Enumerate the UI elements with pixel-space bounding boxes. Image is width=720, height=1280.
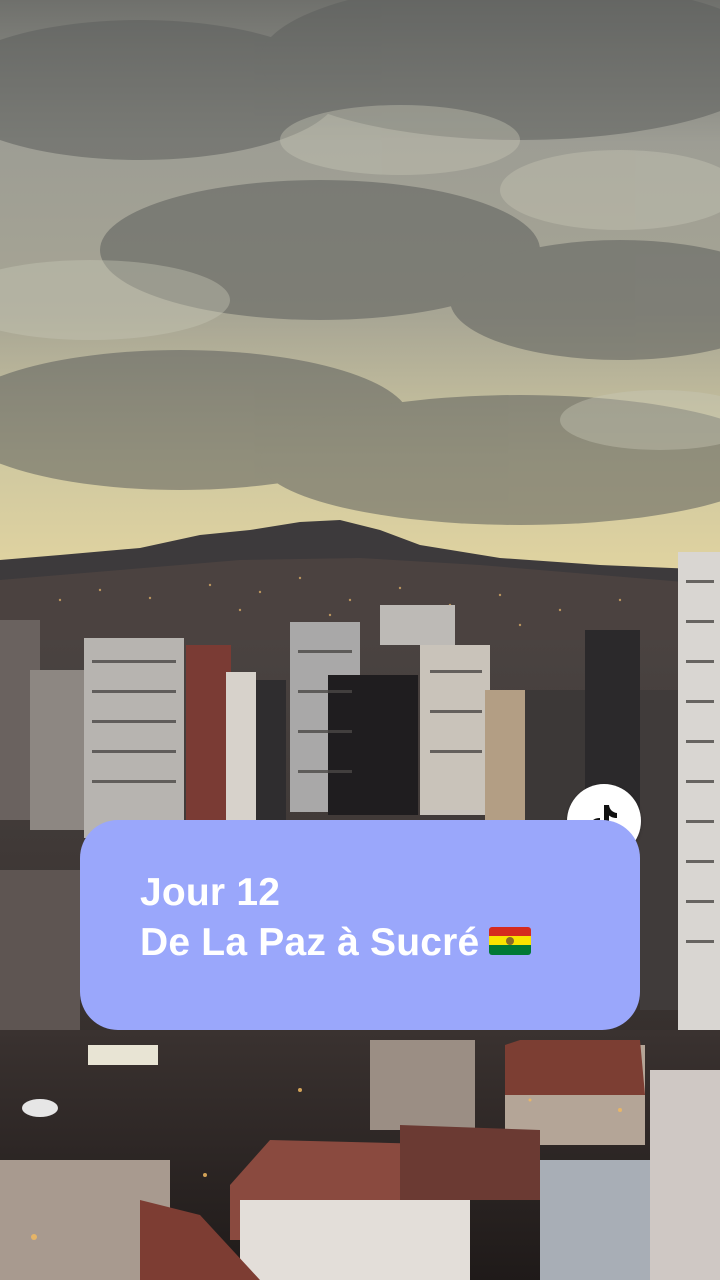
caption-route-text: De La Paz à Sucré: [140, 921, 480, 964]
background-photo: [0, 0, 720, 1280]
caption-day: Jour 12: [140, 871, 281, 914]
caption-route: De La Paz à Sucré: [140, 918, 640, 968]
caption-card: Jour 12 De La Paz à Sucré: [80, 820, 640, 1030]
bolivia-flag-icon: [489, 926, 532, 955]
